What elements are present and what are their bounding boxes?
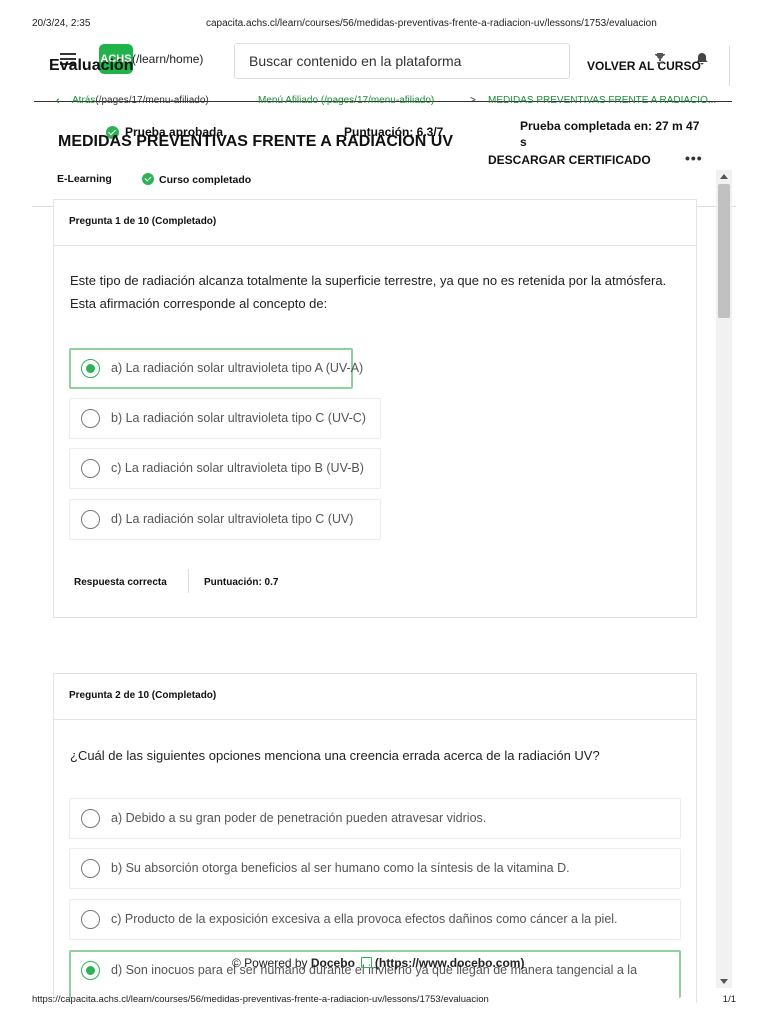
course-status: Curso completado	[142, 173, 251, 186]
page-scrollbar[interactable]	[716, 170, 732, 988]
breadcrumb-current[interactable]: MEDIDAS PREVENTIVAS FRENTE A RADIACIÓ...	[488, 95, 732, 106]
question-header: Pregunta 1 de 10 (Completado)	[54, 200, 696, 246]
answer-option-label: a) Debido a su gran poder de penetración…	[111, 811, 487, 825]
answer-option-a[interactable]: a) La radiación solar ultravioleta tipo …	[69, 348, 363, 389]
completion-time: Prueba completada en: 27 m 47 s	[520, 119, 700, 149]
answer-option-label: b) La radiación solar ultravioleta tipo …	[111, 411, 366, 425]
external-link-icon[interactable]	[360, 957, 372, 968]
result-divider	[188, 569, 189, 593]
top-bar: ACHS (/learn/home) Evaluación Buscar con…	[32, 40, 736, 90]
answer-option-label: b) Su absorción otorga beneficios al ser…	[111, 861, 570, 875]
docebo-brand[interactable]: Docebo	[311, 956, 355, 970]
print-footer-url: https://capacita.achs.cl/learn/courses/5…	[32, 994, 489, 1005]
question-header: Pregunta 2 de 10 (Completado)	[54, 674, 696, 720]
bell-icon[interactable]	[696, 52, 708, 65]
breadcrumb-separator: >	[470, 95, 476, 106]
answer-option-c[interactable]: c) Producto de la exposición excesiva a …	[69, 899, 681, 940]
radio-icon[interactable]	[81, 510, 100, 529]
answer-option-label: a) La radiación solar ultravioleta tipo …	[111, 361, 364, 375]
search-input[interactable]: Buscar contenido en la plataforma	[234, 43, 570, 79]
breadcrumb-back-link: (/pages/17/menu-afiliado)	[95, 95, 209, 106]
question-points: Puntuación: 0.7	[204, 577, 279, 588]
more-options-icon[interactable]: •••	[685, 150, 703, 166]
question-card-1: Pregunta 1 de 10 (Completado) Este tipo …	[53, 199, 697, 618]
breadcrumb-back-label: Atrás	[72, 95, 96, 106]
topbar-divider	[729, 46, 730, 86]
download-certificate-button[interactable]: DESCARGAR CERTIFICADO	[488, 153, 651, 167]
chevron-left-icon[interactable]: ‹	[56, 95, 60, 107]
course-title: MEDIDAS PREVENTIVAS FRENTE A RADIACION U…	[58, 133, 453, 150]
answer-option-label: c) La radiación solar ultravioleta tipo …	[111, 461, 364, 475]
docebo-link[interactable]: (https://www.docebo.com)	[375, 956, 525, 970]
trophy-icon[interactable]	[654, 52, 666, 64]
answer-option-label: d) La radiación solar ultravioleta tipo …	[111, 512, 354, 526]
radio-icon[interactable]	[81, 910, 100, 929]
answer-option-a[interactable]: a) Debido a su gran poder de penetración…	[69, 798, 681, 839]
radio-icon[interactable]	[81, 409, 100, 428]
answer-option-label: c) Producto de la exposición excesiva a …	[111, 912, 618, 926]
radio-icon[interactable]	[81, 459, 100, 478]
back-to-course-button[interactable]: VOLVER AL CURSO	[587, 59, 701, 73]
print-date: 20/3/24, 2:35	[32, 18, 91, 29]
check-circle-icon	[142, 173, 154, 185]
question-text: ¿Cuál de las siguientes opciones mencion…	[70, 748, 600, 763]
scrollbar-thumb[interactable]	[718, 184, 730, 318]
powered-by-prefix: © Powered by	[232, 956, 308, 970]
answer-option-b[interactable]: b) Su absorción otorga beneficios al ser…	[69, 848, 681, 889]
radio-selected-icon[interactable]	[81, 359, 100, 378]
answer-result: Respuesta correcta	[74, 577, 167, 588]
radio-icon[interactable]	[81, 809, 100, 828]
breadcrumb: ‹ Atrás(/pages/17/menu-afiliado) Menú Af…	[34, 95, 732, 109]
answer-option-d[interactable]: d) La radiación solar ultravioleta tipo …	[69, 499, 381, 540]
answer-option-b[interactable]: b) La radiación solar ultravioleta tipo …	[69, 398, 381, 439]
page-title: Evaluación	[49, 57, 134, 74]
breadcrumb-back[interactable]: Atrás(/pages/17/menu-afiliado)	[72, 95, 209, 106]
answer-option-c[interactable]: c) La radiación solar ultravioleta tipo …	[69, 448, 381, 489]
course-type: E-Learning	[57, 173, 112, 185]
radio-icon[interactable]	[81, 859, 100, 878]
print-page-number: 1/1	[722, 994, 736, 1005]
breadcrumb-menu-afiliado[interactable]: Menú Afiliado (/pages/17/menu-afiliado)	[258, 95, 434, 106]
scroll-up-icon[interactable]	[720, 174, 728, 179]
print-url: capacita.achs.cl/learn/courses/56/medida…	[206, 18, 657, 29]
question-card-2: Pregunta 2 de 10 (Completado) ¿Cuál de l…	[53, 673, 697, 1003]
course-status-label: Curso completado	[159, 174, 252, 186]
scroll-down-icon[interactable]	[720, 979, 728, 984]
radio-selected-icon[interactable]	[81, 961, 100, 980]
powered-by: © Powered by Docebo (https://www.docebo.c…	[232, 956, 524, 970]
logo-link[interactable]: (/learn/home)	[132, 52, 203, 66]
question-text: Este tipo de radiación alcanza totalment…	[70, 273, 667, 311]
